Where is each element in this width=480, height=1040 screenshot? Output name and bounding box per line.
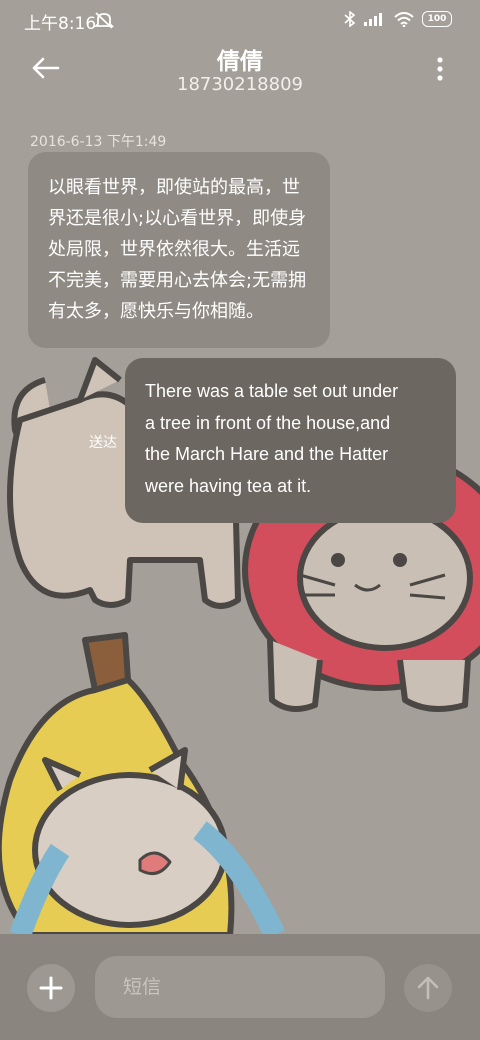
message-line: 以眼看世界，即使站的最高，世 xyxy=(48,177,300,198)
cat-illustration-banana xyxy=(0,632,285,940)
message-line: There was a table set out under xyxy=(145,381,399,401)
message-line: 处局限，世界依然很大。生活远 xyxy=(48,239,300,260)
message-line: 界还是很小;以心看世界，即使身 xyxy=(48,208,307,229)
plus-icon xyxy=(39,976,63,1000)
bluetooth-icon xyxy=(344,11,356,27)
add-attachment-button[interactable] xyxy=(27,964,75,1012)
message-timestamp: 2016-6-13 下午1:49 xyxy=(30,134,167,150)
conversation-header: 倩倩 18730218809 xyxy=(0,40,480,100)
send-button[interactable] xyxy=(404,964,452,1012)
incoming-message-bubble[interactable]: 以眼看世界，即使站的最高，世 界还是很小;以心看世界，即使身 处局限，世界依然很… xyxy=(28,152,330,348)
sms-input[interactable]: 短信 xyxy=(95,956,385,1018)
delivery-status: 送达 xyxy=(89,435,117,451)
signal-icon xyxy=(364,13,382,26)
message-line: a tree in front of the house,and xyxy=(145,412,391,433)
status-bar: 上午8:16 100 xyxy=(0,0,480,40)
message-line: 有太多，愿快乐与你相随。 xyxy=(48,301,264,322)
send-arrow-icon xyxy=(417,976,439,1000)
message-line: the March Hare and the Hatter xyxy=(145,444,389,464)
outgoing-message-bubble[interactable]: There was a table set out under a tree i… xyxy=(125,358,456,523)
status-time: 上午8:16 xyxy=(24,14,97,34)
message-line: were having tea at it. xyxy=(145,475,312,496)
battery-icon: 100 xyxy=(422,11,452,27)
more-vertical-icon[interactable] xyxy=(436,56,444,82)
wifi-icon xyxy=(394,11,414,27)
contact-name: 倩倩 xyxy=(217,49,263,75)
mute-icon xyxy=(94,12,114,29)
status-icons: 100 xyxy=(344,11,452,27)
phone-number: 18730218809 xyxy=(177,74,303,95)
message-line: 不完美，需要用心去体会;无需拥 xyxy=(48,270,307,291)
